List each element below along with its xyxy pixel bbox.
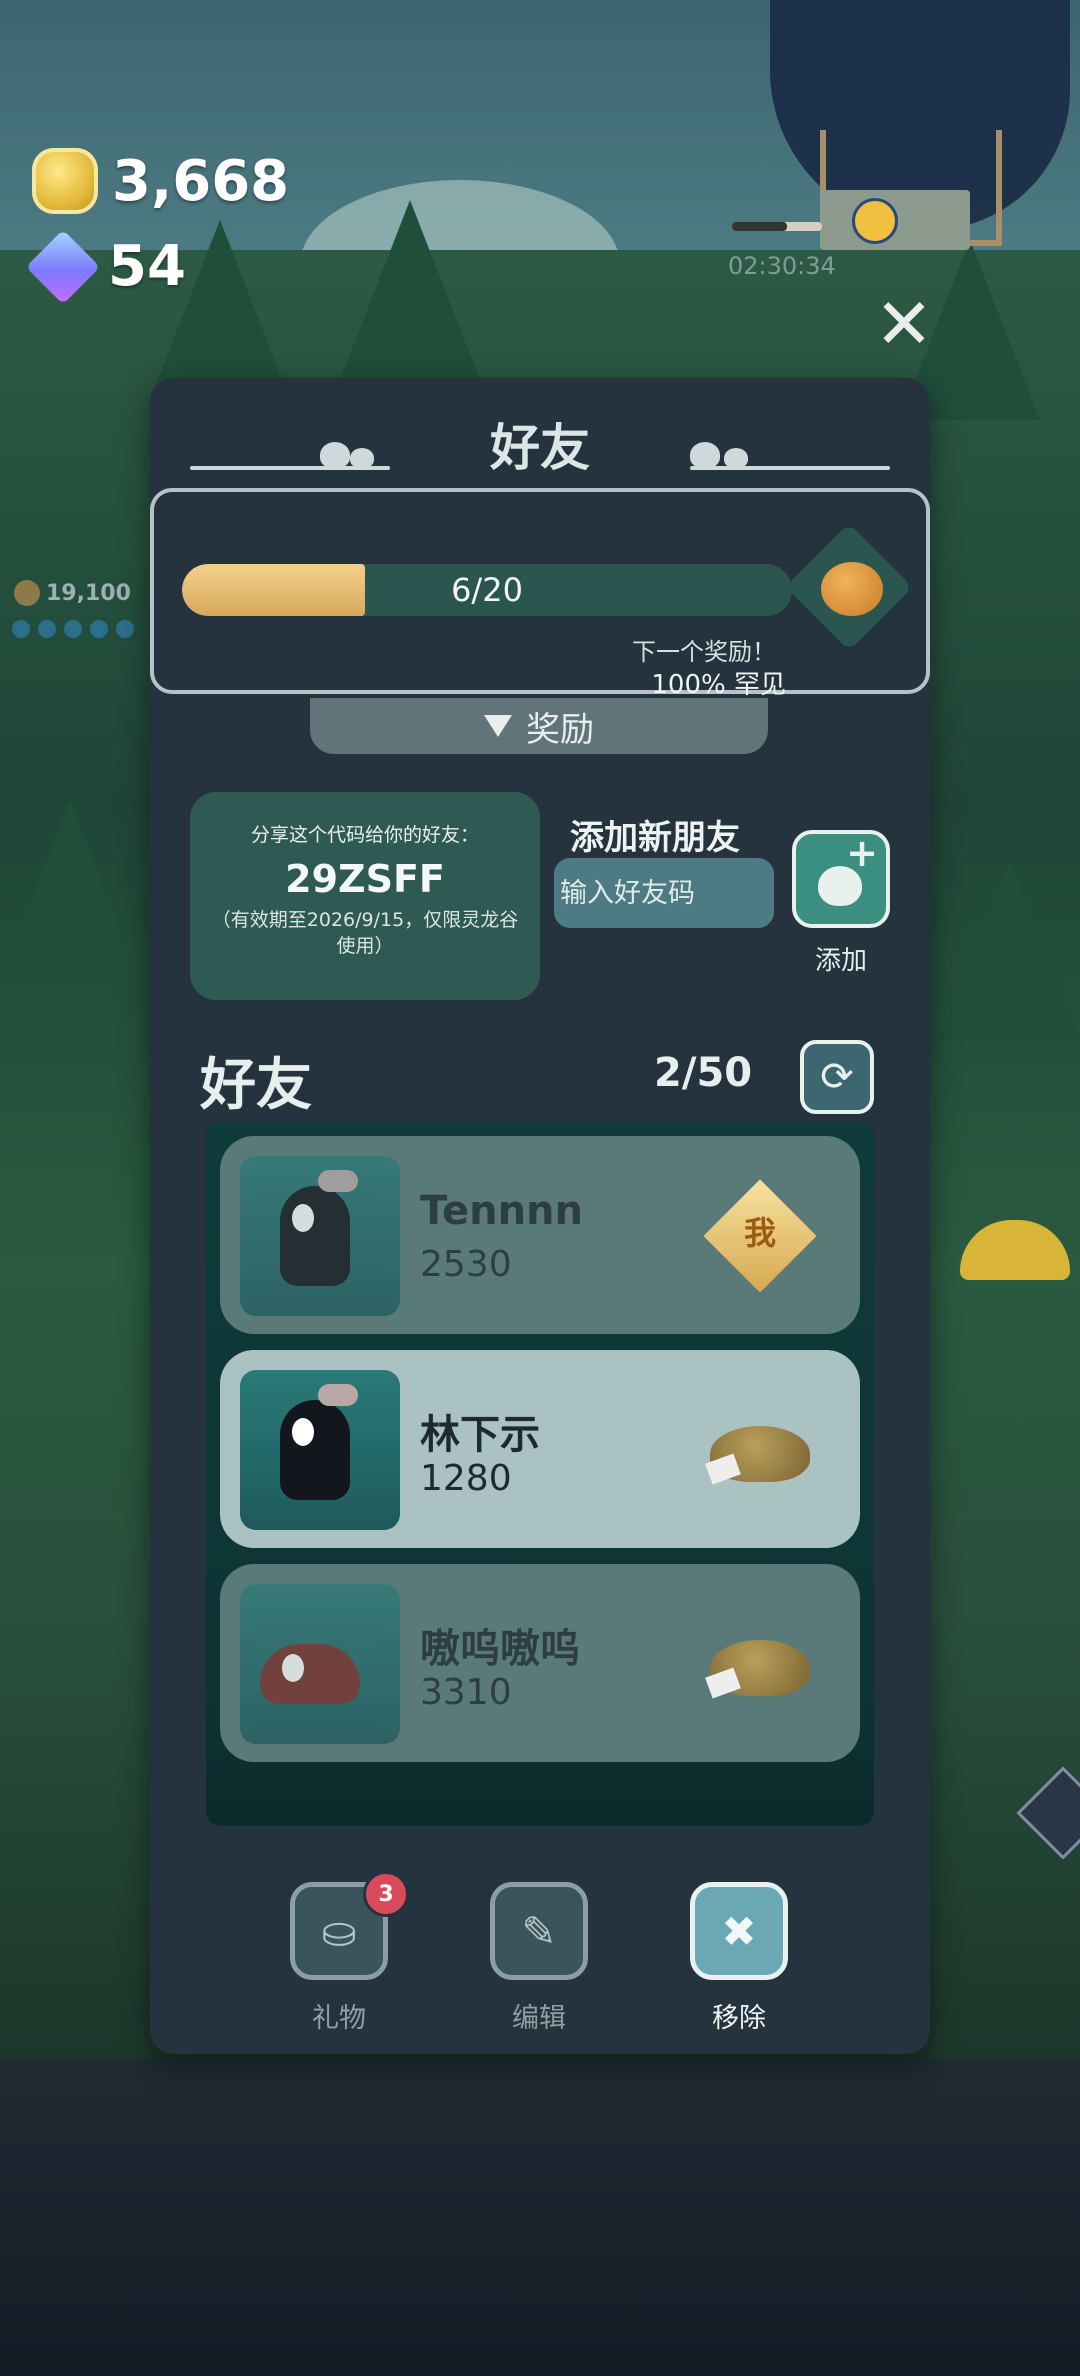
add-friend-button[interactable]: + — [792, 830, 890, 928]
dragon-avatar — [240, 1370, 400, 1530]
close-icon: ✕ — [874, 283, 934, 365]
triangle-down-icon — [484, 715, 512, 737]
pine-tree — [340, 200, 480, 380]
tower-emblem-icon — [852, 198, 898, 244]
rewards-toggle-label: 奖励 — [526, 709, 594, 750]
pine-tree — [0, 800, 140, 980]
friend-name: Tennnn — [420, 1188, 584, 1234]
gift-label: 礼物 — [312, 2003, 366, 2034]
friends-heading: 好友 — [200, 1053, 312, 1118]
cat-decoration-right — [690, 436, 890, 476]
dragon-avatar — [240, 1156, 400, 1316]
gift-button[interactable]: ⛀ 3 — [290, 1871, 409, 1980]
progress-text: 6/20 — [451, 571, 523, 609]
gold-coin-icon — [32, 148, 98, 214]
reward-progress-box: 6/20 下一个奖励！ 100% 罕见 — [150, 488, 930, 700]
build-timer: 02:30:34 — [728, 252, 836, 280]
plus-icon: + — [846, 831, 878, 875]
friend-score: 1280 — [420, 1458, 512, 1499]
friend-code: 29ZSFF — [285, 857, 445, 901]
rewards-toggle[interactable]: 奖励 — [310, 698, 768, 754]
friends-panel: 好友 6/20 下一个奖励！ 100% 罕见 奖励 分享这个代码给你的好友： 2… — [150, 378, 930, 2054]
gem-icon — [25, 229, 101, 304]
friend-row-self[interactable]: Tennnn 2530 我 — [220, 1136, 860, 1334]
remove-friend-icon: ✖ — [721, 1906, 757, 1956]
friends-count: 2/50 — [654, 1050, 753, 1096]
gold-counter[interactable]: 3,668 — [32, 148, 289, 214]
side-coin-value: 19,100 — [46, 580, 131, 606]
edit-button[interactable]: ✎ — [490, 1882, 588, 1980]
timer-progress-bar — [732, 222, 822, 231]
friend-name: 林下示 — [420, 1412, 540, 1458]
share-label: 分享这个代码给你的好友： — [250, 824, 479, 846]
friend-row[interactable]: 林下示 1280 — [220, 1350, 860, 1548]
edit-label: 编辑 — [512, 2003, 566, 2034]
side-dots — [12, 620, 134, 638]
dragon-avatar — [240, 1584, 400, 1744]
me-badge-label: 我 — [743, 1214, 776, 1252]
add-friend-title: 添加新朋友 — [570, 818, 740, 858]
gem-counter[interactable]: 54 — [25, 229, 186, 304]
refresh-icon: ⟳ — [820, 1054, 854, 1100]
remove-button[interactable]: ✖ — [690, 1882, 788, 1980]
share-note: （有效期至2026/9/15，仅限灵龙谷使用） — [211, 909, 519, 957]
close-button[interactable]: ✕ — [875, 289, 934, 359]
gift-count-badge: 3 — [363, 1871, 409, 1917]
refresh-button[interactable]: ⟳ — [800, 1040, 874, 1114]
coin-icon — [14, 580, 40, 606]
friend-name: 嗷呜嗷呜 — [420, 1626, 580, 1672]
pencil-icon: ✎ — [521, 1906, 557, 1956]
friend-score: 3310 — [420, 1672, 512, 1713]
reward-rarity: 100% 罕见 — [651, 670, 786, 700]
remove-label: 移除 — [712, 2003, 766, 2034]
friend-score: 2530 — [420, 1244, 512, 1285]
friend-code-input[interactable] — [554, 858, 774, 928]
gold-amount: 3,668 — [112, 148, 290, 214]
side-coin-counter: 19,100 — [14, 580, 131, 606]
pinecone-reward-icon — [821, 562, 883, 616]
ground — [0, 2060, 1080, 2376]
add-friend-label: 添加 — [814, 946, 867, 976]
reward-progress-bar: 6/20 — [182, 564, 792, 616]
gem-amount: 54 — [108, 234, 186, 299]
friend-row[interactable]: 嗷呜嗷呜 3310 — [220, 1564, 860, 1762]
pine-tree — [940, 860, 1080, 1040]
friends-list[interactable]: Tennnn 2530 我 林下示 1280 嗷呜嗷呜 3310 — [206, 1122, 874, 1826]
next-reward-label: 下一个奖励！ — [632, 638, 776, 666]
share-code-card[interactable]: 分享这个代码给你的好友： 29ZSFF （有效期至2026/9/15，仅限灵龙谷… — [190, 792, 540, 1000]
